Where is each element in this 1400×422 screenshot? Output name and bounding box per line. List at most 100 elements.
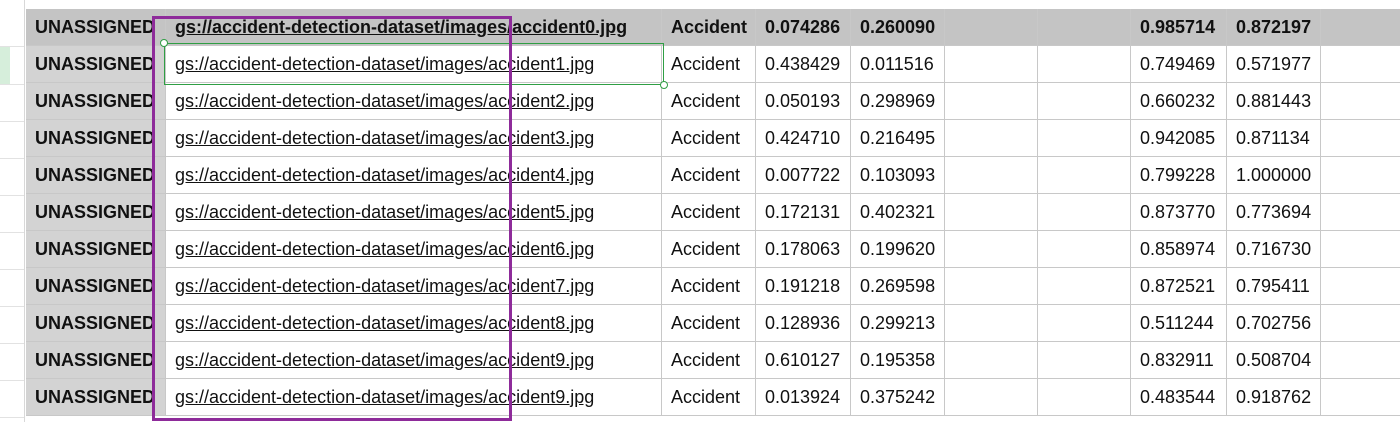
cell-class[interactable]: Accident <box>662 120 756 157</box>
cell-empty[interactable] <box>1321 305 1400 342</box>
cell-empty[interactable] <box>945 83 1038 120</box>
cell-value[interactable]: 0.195358 <box>851 342 945 379</box>
cell-empty[interactable] <box>1038 120 1131 157</box>
cell-value[interactable]: 0.571977 <box>1227 46 1321 83</box>
cell-value[interactable]: 1.000000 <box>1227 157 1321 194</box>
cell-value[interactable]: 0.424710 <box>756 120 851 157</box>
cell-empty[interactable] <box>1038 157 1131 194</box>
cell-value[interactable]: 0.050193 <box>756 83 851 120</box>
cell-empty[interactable] <box>945 194 1038 231</box>
cell-value[interactable]: 0.749469 <box>1131 46 1227 83</box>
cell-empty[interactable] <box>1038 231 1131 268</box>
cell-value[interactable]: 0.985714 <box>1131 9 1227 46</box>
cell-value[interactable]: 0.007722 <box>756 157 851 194</box>
cell-label[interactable]: UNASSIGNED <box>26 83 166 120</box>
cell-label[interactable]: UNASSIGNED <box>26 231 166 268</box>
cell-empty[interactable] <box>1321 342 1400 379</box>
cell-value[interactable]: 0.508704 <box>1227 342 1321 379</box>
cell-label[interactable]: UNASSIGNED <box>26 157 166 194</box>
cell-value[interactable]: 0.191218 <box>756 268 851 305</box>
cell-value[interactable]: 0.872521 <box>1131 268 1227 305</box>
cell-value[interactable]: 0.074286 <box>756 9 851 46</box>
cell-class[interactable]: Accident <box>662 46 756 83</box>
selection-fill-handle[interactable] <box>660 81 668 89</box>
cell-value[interactable]: 0.942085 <box>1131 120 1227 157</box>
cell-value[interactable]: 0.103093 <box>851 157 945 194</box>
cell-empty[interactable] <box>945 268 1038 305</box>
cell-empty[interactable] <box>1038 379 1131 416</box>
cell-value[interactable]: 0.013924 <box>756 379 851 416</box>
cell-value[interactable]: 0.872197 <box>1227 9 1321 46</box>
cell-value[interactable]: 0.799228 <box>1131 157 1227 194</box>
cell-value[interactable]: 0.011516 <box>851 46 945 83</box>
cell-empty[interactable] <box>1038 194 1131 231</box>
cell-value[interactable]: 0.298969 <box>851 83 945 120</box>
cell-value[interactable]: 0.871134 <box>1227 120 1321 157</box>
cell-empty[interactable] <box>945 120 1038 157</box>
cell-empty[interactable] <box>1321 120 1400 157</box>
cell-value[interactable]: 0.216495 <box>851 120 945 157</box>
cell-empty[interactable] <box>1321 268 1400 305</box>
cell-empty[interactable] <box>945 9 1038 46</box>
cell-value[interactable]: 0.128936 <box>756 305 851 342</box>
cell-class[interactable]: Accident <box>662 231 756 268</box>
cell-empty[interactable] <box>1321 194 1400 231</box>
cell-value[interactable]: 0.178063 <box>756 231 851 268</box>
cell-empty[interactable] <box>1038 83 1131 120</box>
cell-empty[interactable] <box>945 231 1038 268</box>
cell-value[interactable]: 0.172131 <box>756 194 851 231</box>
cell-empty[interactable] <box>1321 46 1400 83</box>
cell-label[interactable]: UNASSIGNED <box>26 9 166 46</box>
cell-value[interactable]: 0.299213 <box>851 305 945 342</box>
cell-value[interactable]: 0.795411 <box>1227 268 1321 305</box>
cell-value[interactable]: 0.773694 <box>1227 194 1321 231</box>
cell-value[interactable]: 0.438429 <box>756 46 851 83</box>
cell-value[interactable]: 0.199620 <box>851 231 945 268</box>
cell-value[interactable]: 0.375242 <box>851 379 945 416</box>
cell-label[interactable]: UNASSIGNED <box>26 46 166 83</box>
cell-value[interactable]: 0.610127 <box>756 342 851 379</box>
cell-empty[interactable] <box>1321 231 1400 268</box>
cell-empty[interactable] <box>945 305 1038 342</box>
cell-class[interactable]: Accident <box>662 83 756 120</box>
cell-empty[interactable] <box>945 157 1038 194</box>
cell-value[interactable]: 0.483544 <box>1131 379 1227 416</box>
cell-class[interactable]: Accident <box>662 268 756 305</box>
cell-value[interactable]: 0.260090 <box>851 9 945 46</box>
cell-empty[interactable] <box>1038 9 1131 46</box>
cell-value[interactable]: 0.881443 <box>1227 83 1321 120</box>
cell-empty[interactable] <box>1321 83 1400 120</box>
cell-label[interactable]: UNASSIGNED <box>26 379 166 416</box>
cell-empty[interactable] <box>1321 379 1400 416</box>
cell-label[interactable]: UNASSIGNED <box>26 342 166 379</box>
cell-empty[interactable] <box>1038 268 1131 305</box>
cell-class[interactable]: Accident <box>662 342 756 379</box>
cell-class[interactable]: Accident <box>662 379 756 416</box>
cell-value[interactable]: 0.402321 <box>851 194 945 231</box>
cell-value[interactable]: 0.858974 <box>1131 231 1227 268</box>
cell-value[interactable]: 0.873770 <box>1131 194 1227 231</box>
cell-empty[interactable] <box>1038 46 1131 83</box>
cell-value[interactable]: 0.660232 <box>1131 83 1227 120</box>
cell-value[interactable]: 0.269598 <box>851 268 945 305</box>
cell-class[interactable]: Accident <box>662 194 756 231</box>
cell-empty[interactable] <box>945 46 1038 83</box>
cell-empty[interactable] <box>945 342 1038 379</box>
cell-label[interactable]: UNASSIGNED <box>26 268 166 305</box>
cell-empty[interactable] <box>1038 305 1131 342</box>
cell-value[interactable]: 0.716730 <box>1227 231 1321 268</box>
cell-label[interactable]: UNASSIGNED <box>26 194 166 231</box>
cell-class[interactable]: Accident <box>662 9 756 46</box>
cell-empty[interactable] <box>1321 9 1400 46</box>
cell-class[interactable]: Accident <box>662 157 756 194</box>
cell-label[interactable]: UNASSIGNED <box>26 120 166 157</box>
cell-value[interactable]: 0.918762 <box>1227 379 1321 416</box>
cell-empty[interactable] <box>1321 157 1400 194</box>
cell-empty[interactable] <box>945 379 1038 416</box>
cell-value[interactable]: 0.511244 <box>1131 305 1227 342</box>
cell-label[interactable]: UNASSIGNED <box>26 305 166 342</box>
cell-empty[interactable] <box>1038 342 1131 379</box>
cell-value[interactable]: 0.702756 <box>1227 305 1321 342</box>
cell-class[interactable]: Accident <box>662 305 756 342</box>
cell-value[interactable]: 0.832911 <box>1131 342 1227 379</box>
